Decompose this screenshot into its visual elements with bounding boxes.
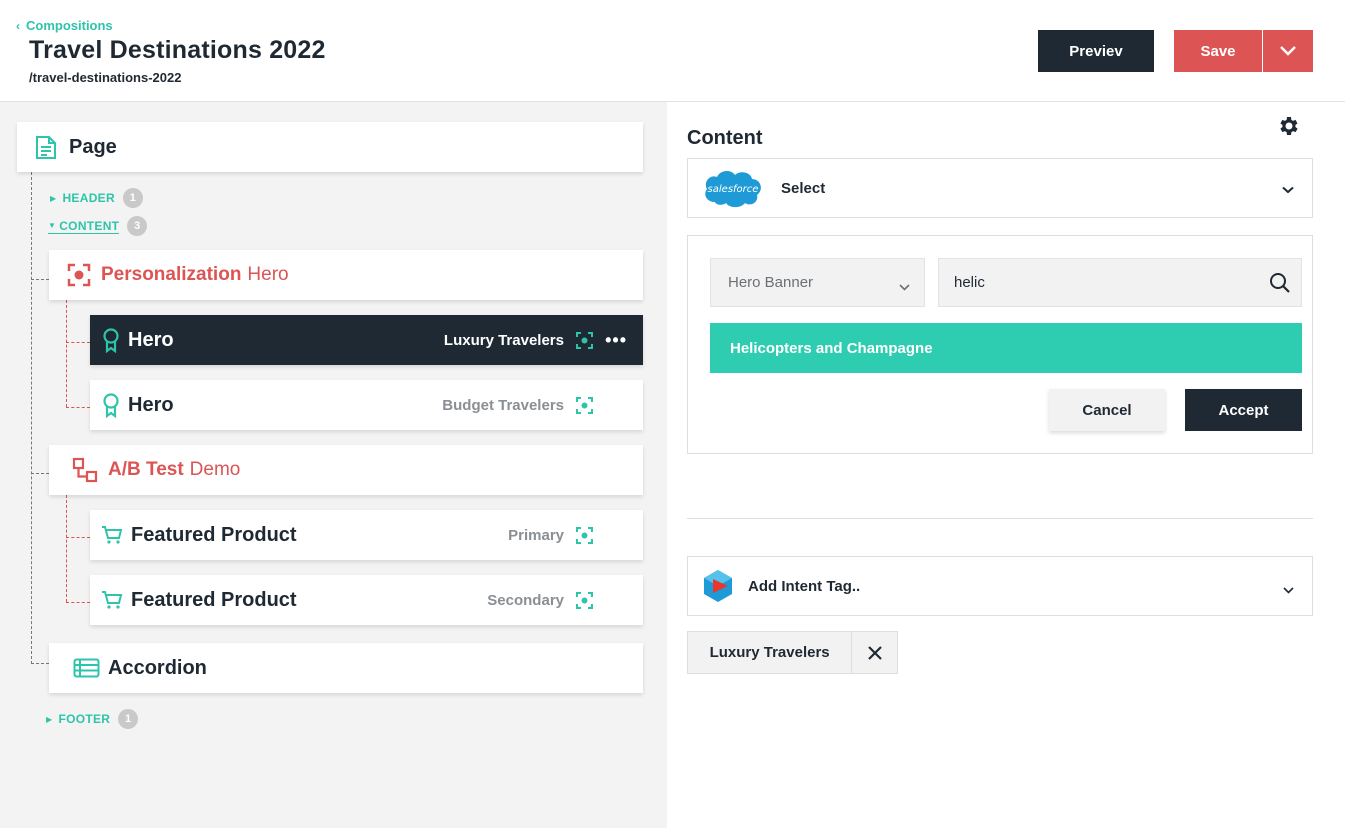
chevron-down-icon [1280, 46, 1296, 56]
accordion-component[interactable]: Accordion [49, 643, 643, 693]
page-slug: /travel-destinations-2022 [29, 70, 182, 85]
ab-test-icon [72, 457, 98, 483]
chevron-left-icon: ‹ [16, 18, 20, 33]
hero-ribbon-icon [102, 392, 120, 418]
tree-connector [31, 663, 49, 664]
variant-featured-secondary[interactable]: Featured Product Secondary [90, 575, 643, 625]
variant-audience: Primary [508, 526, 564, 544]
page-title: Travel Destinations 2022 [29, 36, 326, 64]
tree-connector-branch [66, 495, 67, 602]
target-icon [576, 526, 593, 544]
section-content-toggle[interactable]: ▼ CONTENT 3 [48, 216, 148, 236]
gear-icon[interactable] [1276, 114, 1300, 143]
section-header-count: 1 [122, 188, 143, 208]
tree-connector [31, 473, 49, 474]
page-label: Page [69, 135, 117, 158]
close-icon[interactable] [852, 632, 897, 673]
ab-test-component[interactable]: A/B Test Demo [49, 445, 643, 495]
accordion-label: Accordion [108, 656, 207, 679]
top-bar: ‹ Compositions Travel Destinations 2022 … [0, 0, 1345, 102]
personalization-type: Personalization [101, 264, 242, 285]
content-search-panel: Hero Banner Helicopters and Champagne Ca… [687, 235, 1313, 454]
tree-connector [31, 172, 32, 664]
target-icon [576, 591, 593, 609]
salesforce-logo-text: salesforce [708, 184, 759, 195]
page-root-card[interactable]: Page [17, 122, 643, 172]
personalization-name: Hero [247, 264, 289, 285]
cancel-button[interactable]: Cancel [1049, 389, 1165, 431]
variant-audience: Secondary [487, 591, 564, 609]
ab-test-type: A/B Test [108, 459, 184, 480]
section-footer-label: FOOTER [58, 712, 111, 726]
variant-label: Hero [128, 393, 174, 416]
breadcrumb-label: Compositions [26, 18, 113, 33]
caret-right-icon: ▶ [46, 714, 53, 724]
section-content-title: ▼ CONTENT [48, 218, 120, 234]
target-icon [576, 331, 593, 349]
content-type-select[interactable]: Hero Banner [710, 258, 925, 307]
variant-featured-primary[interactable]: Featured Product Primary [90, 510, 643, 560]
search-icon[interactable] [1269, 272, 1291, 299]
salesforce-logo: salesforce [701, 166, 765, 210]
more-options-icon[interactable]: ••• [605, 330, 627, 351]
tree-connector-branch [66, 602, 90, 603]
section-footer-toggle[interactable]: ▶ FOOTER 1 [46, 709, 139, 729]
variant-audience: Luxury Travelers [443, 331, 564, 349]
tree-connector-branch [66, 342, 90, 343]
search-input[interactable] [939, 259, 1239, 306]
content-type-value: Hero Banner [728, 274, 814, 291]
variant-label: Featured Product [131, 588, 297, 611]
save-button[interactable]: Save [1174, 30, 1262, 72]
chevron-down-icon [1283, 581, 1294, 599]
search-result-item[interactable]: Helicopters and Champagne [710, 323, 1302, 373]
variant-hero-luxury[interactable]: Hero Luxury Travelers ••• [90, 315, 643, 365]
cart-icon [101, 525, 123, 545]
variant-hero-budget[interactable]: Hero Budget Travelers [90, 380, 643, 430]
chevron-down-icon [1282, 181, 1294, 199]
cart-icon [101, 590, 123, 610]
caret-down-icon: ▼ [48, 221, 57, 230]
intent-logo [702, 569, 734, 603]
hero-ribbon-icon [102, 327, 120, 353]
source-select-label: Select [781, 179, 826, 197]
variant-audience: Budget Travelers [442, 396, 564, 414]
section-header-label: HEADER [62, 191, 115, 205]
accept-button[interactable]: Accept [1185, 389, 1302, 431]
tree-connector-branch [66, 537, 90, 538]
composition-tree-pane: Page ▶ HEADER 1 ▼ CONTENT 3 Personalizat… [0, 102, 667, 828]
tree-connector-branch [66, 407, 90, 408]
target-icon [576, 396, 593, 414]
intent-tag-label: Add Intent Tag.. [748, 577, 861, 595]
caret-right-icon: ▶ [50, 193, 57, 203]
variant-label: Featured Product [131, 523, 297, 546]
section-content-label: CONTENT [59, 218, 120, 233]
page-icon [35, 135, 57, 160]
intent-tag-chip: Luxury Travelers [687, 631, 898, 674]
panel-title: Content [687, 127, 763, 149]
intent-tag-chip-label: Luxury Travelers [688, 632, 853, 673]
preview-button[interactable]: Previev [1038, 30, 1154, 72]
section-footer-count: 1 [118, 709, 139, 729]
save-options-button[interactable] [1263, 30, 1313, 72]
section-content-count: 3 [127, 216, 148, 236]
accordion-icon [73, 658, 100, 678]
intent-tag-select[interactable]: Add Intent Tag.. [687, 556, 1313, 616]
tree-connector [31, 279, 49, 280]
variant-label: Hero [128, 328, 174, 351]
divider [687, 518, 1313, 519]
personalization-icon [67, 263, 91, 287]
breadcrumb-compositions[interactable]: ‹ Compositions [16, 18, 113, 33]
chevron-down-icon [899, 278, 910, 295]
section-header-toggle[interactable]: ▶ HEADER 1 [50, 188, 143, 208]
content-source-select[interactable]: salesforce Select [687, 158, 1313, 218]
tree-connector-branch [66, 300, 67, 407]
personalization-component[interactable]: Personalization Hero [49, 250, 643, 300]
search-field [938, 258, 1302, 307]
ab-test-name: Demo [189, 459, 241, 480]
